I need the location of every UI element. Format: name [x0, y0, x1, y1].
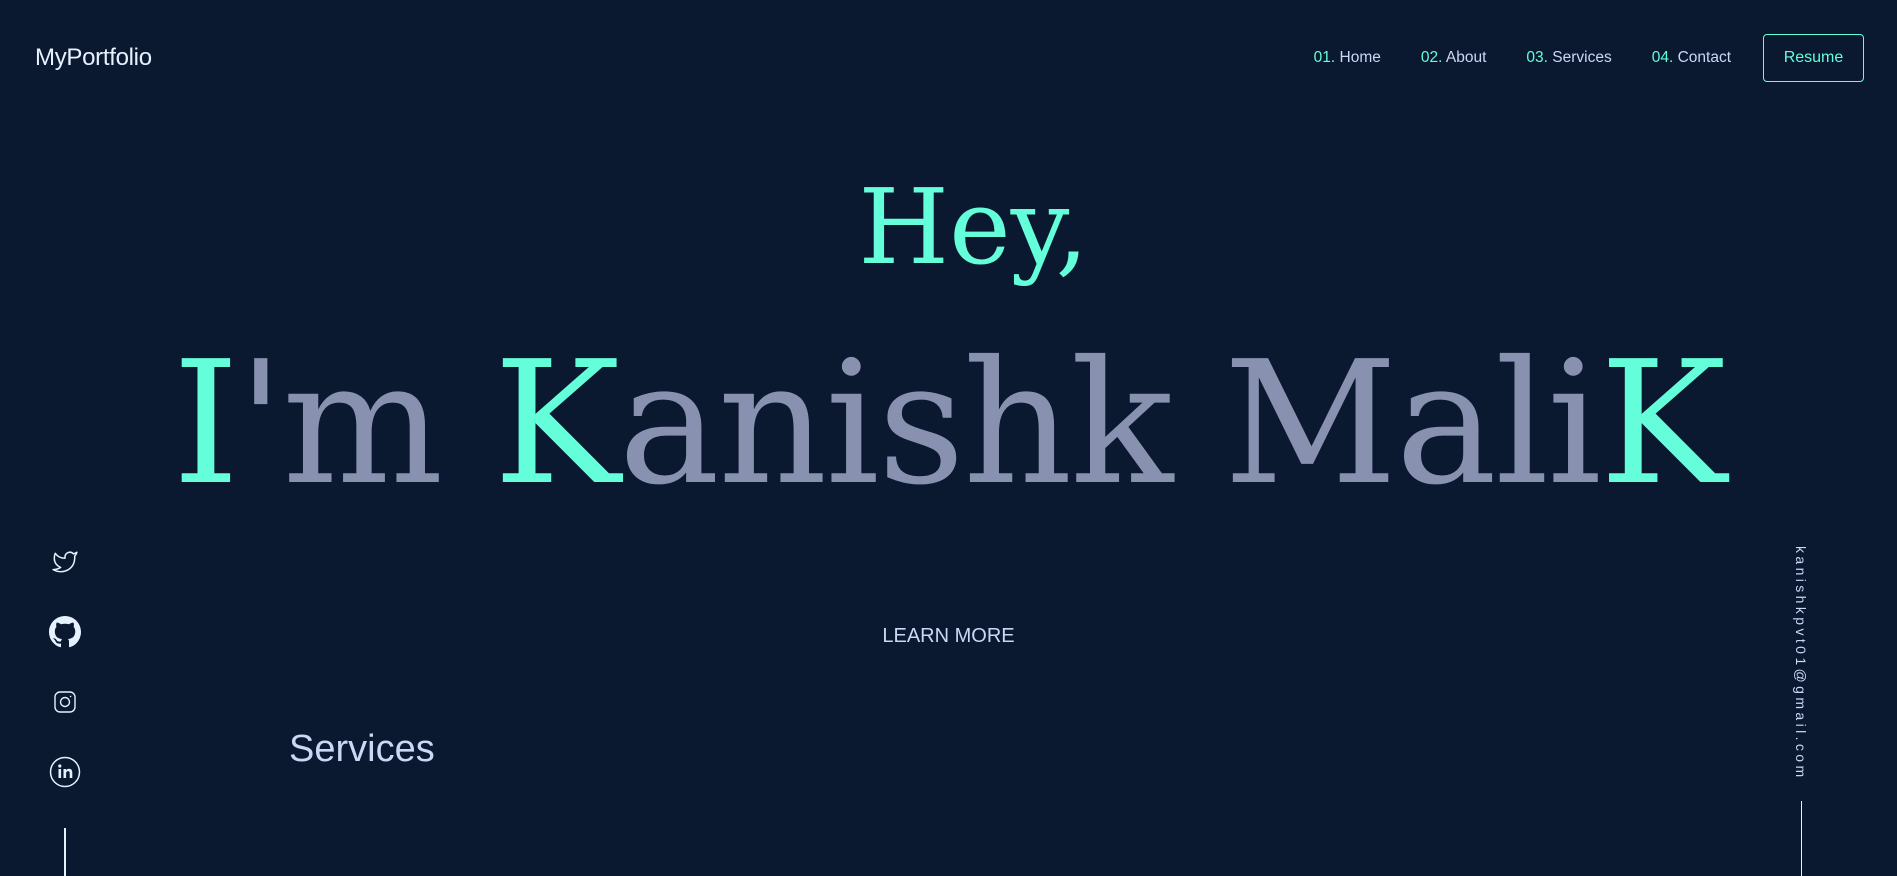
- nav-item-home[interactable]: 01. Home: [1314, 49, 1381, 67]
- social-divider-line: [64, 828, 66, 876]
- email-divider-line: [1800, 800, 1802, 876]
- main-nav: 01. Home 02. About 03. Services 04. Cont…: [1314, 34, 1864, 82]
- nav-item-label: Home: [1339, 49, 1381, 66]
- nav-item-services[interactable]: 03. Services: [1526, 49, 1611, 67]
- nav-item-label: Services: [1552, 49, 1612, 66]
- hero-name-part: anishk Mali: [618, 325, 1601, 523]
- nav-item-about[interactable]: 02. About: [1421, 49, 1487, 67]
- resume-button[interactable]: Resume: [1763, 34, 1864, 82]
- nav-item-number: 02.: [1420, 49, 1443, 66]
- hero-name-part: K: [493, 325, 620, 523]
- hero-name: I'm Kanishk MaliK: [0, 325, 1897, 523]
- nav-item-label: About: [1445, 49, 1487, 66]
- nav-item-label: Contact: [1677, 49, 1731, 66]
- learn-more-row: LEARN MORE: [0, 625, 1897, 648]
- github-icon[interactable]: [49, 616, 81, 648]
- nav-item-number: 01.: [1313, 49, 1336, 66]
- hero-name-part: 'm: [237, 325, 494, 523]
- email-rail: kanishkpvt01@gmail.com: [1781, 546, 1821, 876]
- nav-item-contact[interactable]: 04. Contact: [1652, 49, 1731, 67]
- email-link[interactable]: kanishkpvt01@gmail.com: [1793, 546, 1809, 781]
- learn-more-link[interactable]: LEARN MORE: [882, 625, 1014, 647]
- instagram-icon[interactable]: [49, 686, 81, 718]
- linkedin-icon[interactable]: [49, 756, 81, 788]
- hero-name-part: K: [1599, 325, 1727, 523]
- site-logo[interactable]: MyPortfolio: [35, 44, 152, 72]
- twitter-icon[interactable]: [49, 546, 81, 578]
- nav-item-number: 03.: [1526, 49, 1548, 66]
- hero-name-part: I: [172, 325, 239, 523]
- nav-item-number: 04.: [1651, 49, 1674, 66]
- services-heading: Services: [289, 728, 435, 770]
- social-links: [49, 546, 81, 876]
- hero-greeting: Hey,: [858, 166, 1089, 288]
